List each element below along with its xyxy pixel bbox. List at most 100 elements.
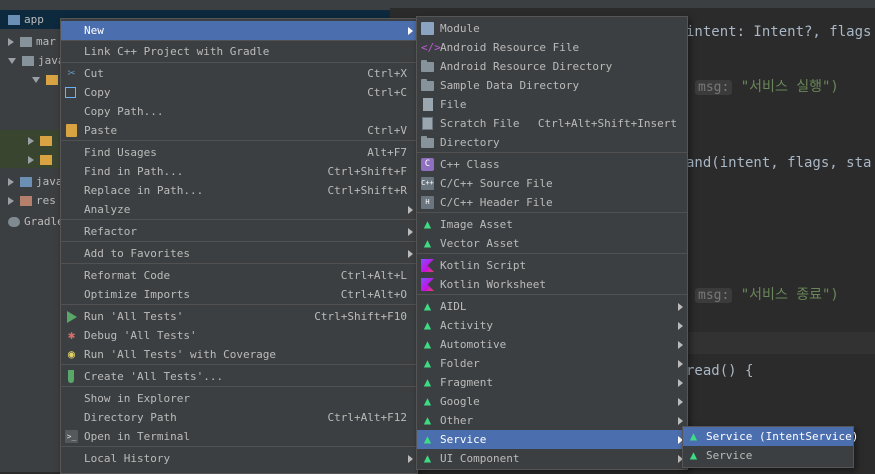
menu-item-replace-in-path[interactable]: Replace in Path... Ctrl+Shift+R bbox=[61, 181, 417, 200]
menu-item-shortcut: Ctrl+C bbox=[367, 86, 407, 99]
tree-row-java-generated[interactable]: java bbox=[0, 172, 63, 191]
menu-item-service-intentservice[interactable]: ▲ Service (IntentService) bbox=[683, 427, 858, 446]
menu-separator bbox=[61, 62, 417, 63]
menu-item-label: Run 'All Tests' with Coverage bbox=[84, 348, 277, 361]
tree-row-test[interactable] bbox=[20, 131, 56, 150]
android-icon: ▲ bbox=[423, 432, 432, 446]
menu-item-shortcut: Ctrl+Shift+F bbox=[327, 165, 407, 178]
menu-item-folder[interactable]: ▲ Folder bbox=[417, 354, 687, 373]
menu-item-new[interactable]: New bbox=[61, 21, 417, 40]
menu-item-label: Link C++ Project with Gradle bbox=[84, 45, 270, 58]
expand-arrow-icon[interactable] bbox=[28, 137, 34, 145]
menu-item-kotlin-script[interactable]: Kotlin Script bbox=[417, 256, 687, 275]
menu-item-scratch-file[interactable]: Scratch File Ctrl+Alt+Shift+Insert bbox=[417, 114, 687, 133]
menu-item-add-to-favorites[interactable]: Add to Favorites bbox=[61, 244, 417, 263]
menu-item-label: Android Resource Directory bbox=[440, 60, 613, 73]
menu-item-label: Service bbox=[440, 433, 487, 446]
menu-item-create-all-tests[interactable]: Create 'All Tests'... bbox=[61, 367, 417, 386]
menu-item-open-in-terminal[interactable]: >_ Open in Terminal bbox=[61, 427, 417, 446]
tree-row-manifests[interactable]: mar bbox=[0, 32, 56, 51]
menu-item-shortcut: Ctrl+V bbox=[367, 124, 407, 137]
debug-icon: ✱ bbox=[67, 328, 76, 342]
expand-arrow-icon[interactable] bbox=[8, 178, 14, 186]
menu-item-label: Module bbox=[440, 22, 480, 35]
menu-item-c-class[interactable]: C C++ Class bbox=[417, 155, 687, 174]
menu-item-shortcut: Ctrl+Alt+L bbox=[340, 269, 407, 282]
menu-item-debug-all-tests[interactable]: ✱ Debug 'All Tests' bbox=[61, 326, 417, 345]
run-icon bbox=[67, 311, 77, 323]
menu-item-copy-path[interactable]: Copy Path... bbox=[61, 102, 417, 121]
submenu-arrow-icon bbox=[678, 379, 683, 387]
menu-item-automotive[interactable]: ▲ Automotive bbox=[417, 335, 687, 354]
parameter-hint: msg: bbox=[695, 288, 733, 303]
submenu-arrow-icon bbox=[678, 322, 683, 330]
menu-item-c-c-source-file[interactable]: C++ C/C++ Source File bbox=[417, 174, 687, 193]
menu-item-activity[interactable]: ▲ Activity bbox=[417, 316, 687, 335]
menu-item-label: Android Resource File bbox=[440, 41, 580, 54]
copy-icon bbox=[65, 87, 76, 98]
android-icon: ▲ bbox=[423, 375, 432, 389]
menu-item-label: C/C++ Header File bbox=[440, 196, 553, 209]
menu-item-optimize-imports[interactable]: Optimize Imports Ctrl+Alt+O bbox=[61, 285, 417, 304]
kotlin-icon bbox=[421, 259, 434, 272]
tree-row-androidtest[interactable] bbox=[20, 150, 56, 169]
expand-arrow-icon[interactable] bbox=[8, 197, 14, 205]
menu-item-ui-component[interactable]: ▲ UI Component bbox=[417, 449, 687, 468]
menu-item-fragment[interactable]: ▲ Fragment bbox=[417, 373, 687, 392]
menu-item-local-history[interactable]: Local History bbox=[61, 449, 417, 468]
tree-row-java[interactable]: java bbox=[0, 51, 65, 70]
menu-item-kotlin-worksheet[interactable]: Kotlin Worksheet bbox=[417, 275, 687, 294]
menu-item-service[interactable]: ▲ Service bbox=[417, 430, 687, 449]
menu-item-sample-data-directory[interactable]: Sample Data Directory bbox=[417, 76, 687, 95]
menu-item-google[interactable]: ▲ Google bbox=[417, 392, 687, 411]
menu-item-c-c-header-file[interactable]: H C/C++ Header File bbox=[417, 193, 687, 212]
menu-item-analyze[interactable]: Analyze bbox=[61, 200, 417, 219]
menu-item-label: Refactor bbox=[84, 225, 137, 238]
string-literal: "서비스 실행") bbox=[740, 79, 839, 95]
menu-item-label: Vector Asset bbox=[440, 237, 520, 250]
menu-item-copy[interactable]: Copy Ctrl+C bbox=[61, 83, 417, 102]
menu-item-shortcut: Ctrl+Alt+Shift+Insert bbox=[537, 117, 677, 130]
menu-item-paste[interactable]: Paste Ctrl+V bbox=[61, 121, 417, 140]
menu-item-label: Copy Path... bbox=[84, 105, 164, 118]
submenu-arrow-icon bbox=[408, 455, 413, 463]
tree-row-res[interactable]: res bbox=[0, 191, 56, 210]
submenu-arrow-icon bbox=[408, 250, 413, 258]
menu-item-label: AIDL bbox=[440, 300, 467, 313]
android-icon: ▲ bbox=[423, 394, 432, 408]
tree-row-label: mar bbox=[36, 35, 56, 48]
menu-item-find-in-path[interactable]: Find in Path... Ctrl+Shift+F bbox=[61, 162, 417, 181]
tree-row-package[interactable] bbox=[24, 70, 62, 89]
menu-item-label: Kotlin Worksheet bbox=[440, 278, 546, 291]
menu-item-find-usages[interactable]: Find Usages Alt+F7 bbox=[61, 143, 417, 162]
menu-item-other[interactable]: ▲ Other bbox=[417, 411, 687, 430]
tree-row-gradle[interactable]: Gradle bbox=[0, 212, 64, 231]
menu-item-image-asset[interactable]: ▲ Image Asset bbox=[417, 215, 687, 234]
menu-item-service[interactable]: ▲ Service bbox=[683, 446, 853, 465]
menu-item-android-resource-directory[interactable]: Android Resource Directory bbox=[417, 57, 687, 76]
menu-item-directory[interactable]: Directory bbox=[417, 133, 687, 152]
menu-item-show-in-explorer[interactable]: Show in Explorer bbox=[61, 389, 417, 408]
folder-icon bbox=[421, 136, 434, 148]
collapse-arrow-icon[interactable] bbox=[32, 77, 40, 83]
expand-arrow-icon[interactable] bbox=[28, 156, 34, 164]
menu-item-module[interactable]: Module bbox=[417, 19, 687, 38]
menu-item-run-all-tests-with-coverage[interactable]: ◉ Run 'All Tests' with Coverage bbox=[61, 345, 417, 364]
menu-item-run-all-tests[interactable]: Run 'All Tests' Ctrl+Shift+F10 bbox=[61, 307, 417, 326]
menu-item-vector-asset[interactable]: ▲ Vector Asset bbox=[417, 234, 687, 253]
menu-item-file[interactable]: File bbox=[417, 95, 687, 114]
menu-item-cut[interactable]: ✂ Cut Ctrl+X bbox=[61, 64, 417, 83]
menu-item-refactor[interactable]: Refactor bbox=[61, 222, 417, 241]
test-tube-icon bbox=[68, 370, 74, 383]
menu-item-android-resource-file[interactable]: </> Android Resource File bbox=[417, 38, 687, 57]
expand-arrow-icon[interactable] bbox=[8, 38, 14, 46]
menu-item-directory-path[interactable]: Directory Path Ctrl+Alt+F12 bbox=[61, 408, 417, 427]
menu-item-label: Scratch File bbox=[440, 117, 520, 130]
menu-separator bbox=[417, 212, 687, 213]
menu-item-reformat-code[interactable]: Reformat Code Ctrl+Alt+L bbox=[61, 266, 417, 285]
collapse-arrow-icon[interactable] bbox=[8, 58, 16, 64]
package-icon bbox=[40, 136, 52, 146]
package-icon bbox=[46, 75, 58, 85]
menu-item-aidl[interactable]: ▲ AIDL bbox=[417, 297, 687, 316]
menu-item-link-c-project-with-gradle[interactable]: Link C++ Project with Gradle bbox=[61, 42, 417, 61]
